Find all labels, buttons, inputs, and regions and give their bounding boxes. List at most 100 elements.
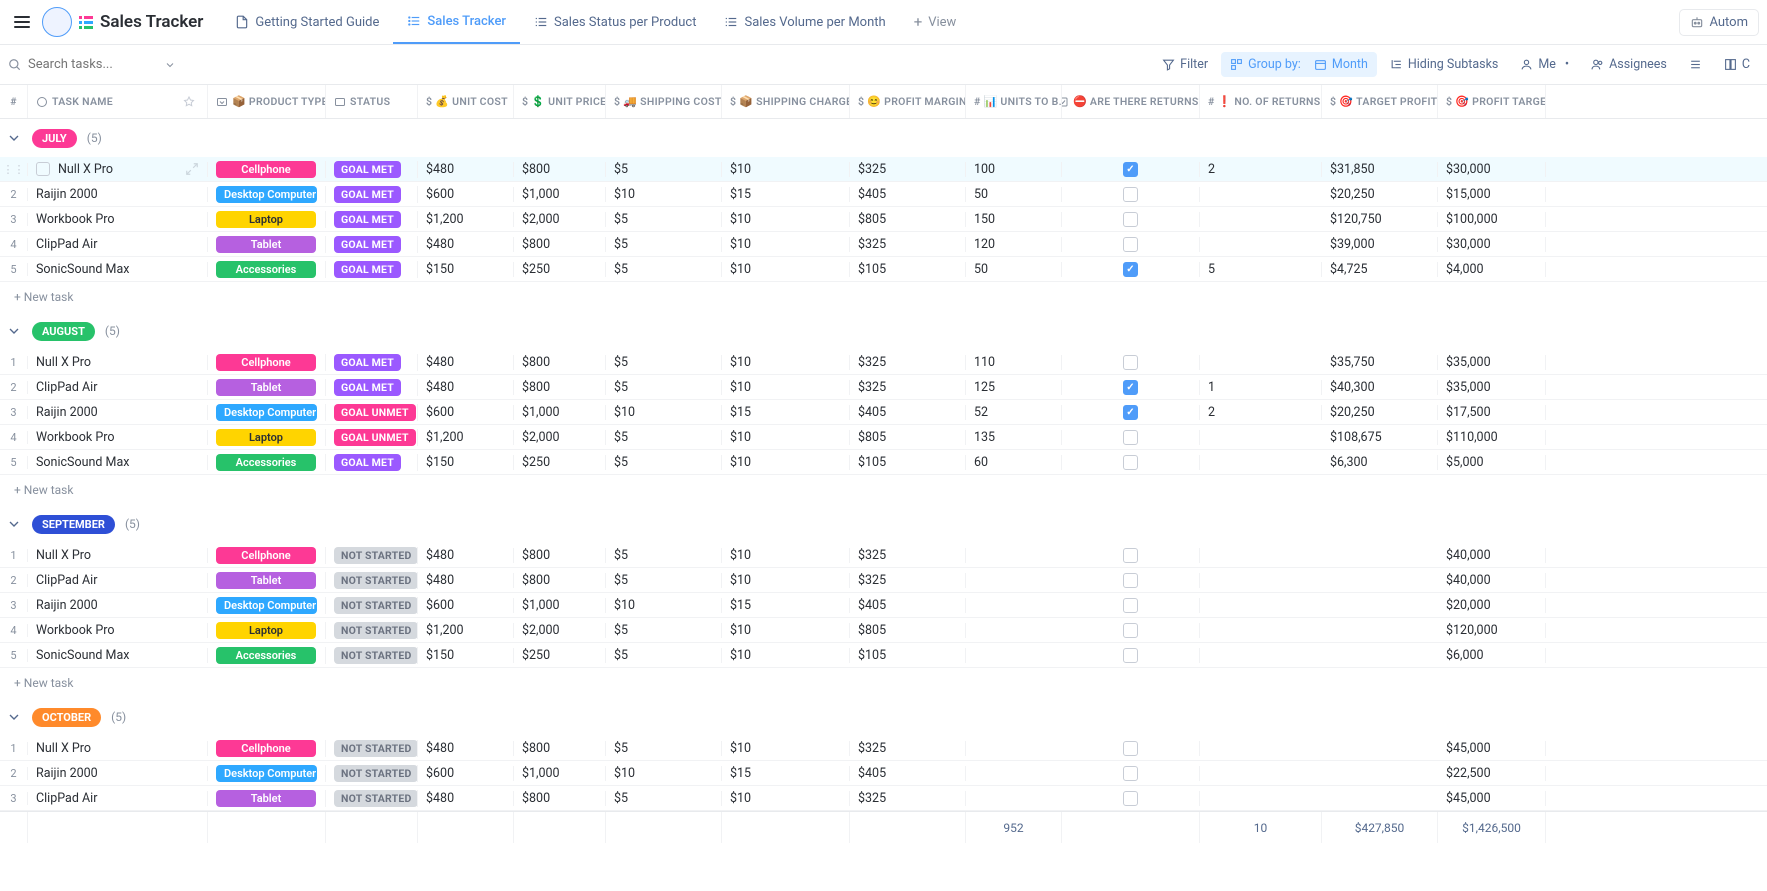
profit-target[interactable]: $15,000 [1438, 187, 1546, 202]
groupby-button[interactable]: Group by: Month [1221, 52, 1377, 77]
table-row[interactable]: 1Null X ProCellphoneNOT STARTED$480$800$… [0, 543, 1767, 568]
returns-checkbox[interactable] [1062, 237, 1200, 252]
shipping-cost[interactable]: $5 [606, 212, 722, 227]
col-noret[interactable]: # ❗ NO. OF RETURNS [1200, 85, 1322, 118]
unit-cost[interactable]: $480 [418, 380, 514, 395]
returns-checkbox[interactable] [1062, 623, 1200, 638]
shipping-cost[interactable]: $5 [606, 355, 722, 370]
profit-margin[interactable]: $325 [850, 162, 966, 177]
col-ptarget[interactable]: $ 🎯 PROFIT TARGET [1438, 85, 1546, 118]
unit-cost[interactable]: $1,200 [418, 430, 514, 445]
unit-cost[interactable]: $480 [418, 573, 514, 588]
col-shipcost[interactable]: $ 🚚 SHIPPING COST [606, 85, 722, 118]
task-name[interactable]: Null X Pro [28, 355, 208, 370]
target-profit[interactable]: $6,300 [1322, 455, 1438, 470]
task-name[interactable]: ClipPad Air [28, 237, 208, 252]
returns-checkbox[interactable] [1062, 162, 1200, 177]
tab-sales-status-per-product[interactable]: Sales Status per Product [520, 0, 710, 44]
profit-target[interactable]: $100,000 [1438, 212, 1546, 227]
menu-icon[interactable] [8, 10, 36, 34]
layout-button[interactable]: C [1715, 52, 1759, 77]
chevron-down-icon[interactable] [6, 709, 22, 725]
col-ptype[interactable]: 📦 PRODUCT TYPE [208, 85, 326, 118]
shipping-charge[interactable]: $10 [722, 741, 850, 756]
no-returns[interactable]: 5 [1200, 262, 1322, 277]
shipping-charge[interactable]: $15 [722, 187, 850, 202]
status[interactable]: NOT STARTED [326, 622, 418, 639]
task-name[interactable]: ClipPad Air [28, 380, 208, 395]
status[interactable]: GOAL UNMET [326, 429, 418, 446]
unit-price[interactable]: $2,000 [514, 212, 606, 227]
product-type[interactable]: Laptop [208, 622, 326, 639]
unit-price[interactable]: $800 [514, 791, 606, 806]
unit-cost[interactable]: $150 [418, 262, 514, 277]
shipping-cost[interactable]: $5 [606, 791, 722, 806]
tab-sales-tracker[interactable]: Sales Tracker [393, 0, 520, 44]
unit-cost[interactable]: $150 [418, 455, 514, 470]
shipping-charge[interactable]: $15 [722, 766, 850, 781]
product-type[interactable]: Laptop [208, 429, 326, 446]
returns-checkbox[interactable] [1062, 548, 1200, 563]
profit-target[interactable]: $30,000 [1438, 237, 1546, 252]
task-name[interactable]: ClipPad Air [28, 573, 208, 588]
no-returns[interactable]: 2 [1200, 405, 1322, 420]
task-name[interactable]: Raijin 2000 [28, 405, 208, 420]
profit-target[interactable]: $22,500 [1438, 766, 1546, 781]
returns-checkbox[interactable] [1062, 741, 1200, 756]
returns-checkbox[interactable] [1062, 355, 1200, 370]
shipping-charge[interactable]: $10 [722, 455, 850, 470]
shipping-charge[interactable]: $10 [722, 573, 850, 588]
profit-target[interactable]: $6,000 [1438, 648, 1546, 663]
shipping-cost[interactable]: $5 [606, 741, 722, 756]
status[interactable]: GOAL MET [326, 379, 418, 396]
shipping-cost[interactable]: $5 [606, 380, 722, 395]
no-returns[interactable]: 1 [1200, 380, 1322, 395]
status[interactable]: NOT STARTED [326, 790, 418, 807]
shipping-charge[interactable]: $10 [722, 380, 850, 395]
search-input[interactable] [28, 57, 158, 72]
task-name[interactable]: Raijin 2000 [28, 766, 208, 781]
unit-price[interactable]: $800 [514, 573, 606, 588]
shipping-charge[interactable]: $10 [722, 791, 850, 806]
product-type[interactable]: Cellphone [208, 161, 326, 178]
unit-cost[interactable]: $480 [418, 162, 514, 177]
units[interactable]: 52 [966, 405, 1062, 420]
unit-price[interactable]: $250 [514, 455, 606, 470]
unit-price[interactable]: $800 [514, 548, 606, 563]
shipping-cost[interactable]: $5 [606, 455, 722, 470]
filter-button[interactable]: Filter [1153, 52, 1217, 77]
task-name[interactable]: Null X Pro [28, 548, 208, 563]
no-returns[interactable]: 2 [1200, 162, 1322, 177]
expand-icon[interactable] [185, 162, 199, 176]
group-header-august[interactable]: AUGUST(5) [0, 312, 1767, 350]
profit-target[interactable]: $17,500 [1438, 405, 1546, 420]
table-row[interactable]: 4Workbook ProLaptopGOAL UNMET$1,200$2,00… [0, 425, 1767, 450]
unit-price[interactable]: $800 [514, 380, 606, 395]
table-row[interactable]: 1Null X ProCellphoneGOAL MET$480$800$5$1… [0, 350, 1767, 375]
shipping-charge[interactable]: $15 [722, 598, 850, 613]
profit-target[interactable]: $45,000 [1438, 741, 1546, 756]
unit-price[interactable]: $800 [514, 162, 606, 177]
shipping-charge[interactable]: $10 [722, 237, 850, 252]
unit-price[interactable]: $1,000 [514, 766, 606, 781]
col-tprofit[interactable]: $ 🎯 TARGET PROFIT [1322, 85, 1438, 118]
table-row[interactable]: 2ClipPad AirTabletNOT STARTED$480$800$5$… [0, 568, 1767, 593]
profit-margin[interactable]: $405 [850, 766, 966, 781]
unit-cost[interactable]: $600 [418, 405, 514, 420]
table-row[interactable]: 2ClipPad AirTabletGOAL MET$480$800$5$10$… [0, 375, 1767, 400]
unit-cost[interactable]: $1,200 [418, 212, 514, 227]
returns-checkbox[interactable] [1062, 405, 1200, 420]
profit-target[interactable]: $5,000 [1438, 455, 1546, 470]
shipping-cost[interactable]: $10 [606, 405, 722, 420]
profit-target[interactable]: $30,000 [1438, 162, 1546, 177]
returns-checkbox[interactable] [1062, 212, 1200, 227]
product-type[interactable]: Tablet [208, 572, 326, 589]
chevron-down-icon[interactable] [6, 323, 22, 339]
me-button[interactable]: Me• [1511, 52, 1578, 77]
columns-button[interactable] [1680, 53, 1711, 76]
shipping-charge[interactable]: $10 [722, 355, 850, 370]
group-header-september[interactable]: SEPTEMBER(5) [0, 505, 1767, 543]
table-row[interactable]: 5SonicSound MaxAccessoriesGOAL MET$150$2… [0, 450, 1767, 475]
returns-checkbox[interactable] [1062, 430, 1200, 445]
table-row[interactable]: 5SonicSound MaxAccessoriesNOT STARTED$15… [0, 643, 1767, 668]
